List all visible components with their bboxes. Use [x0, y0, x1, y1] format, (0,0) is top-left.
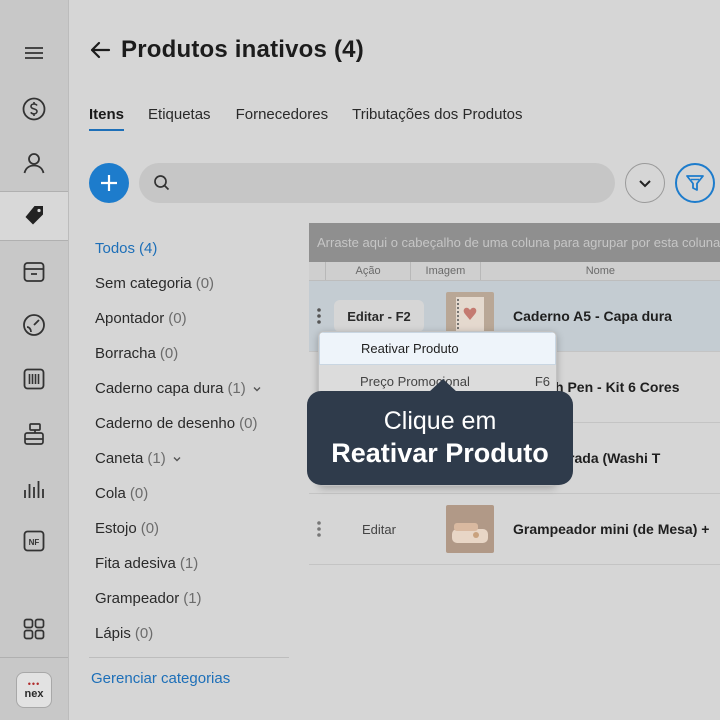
- apps-grid-icon[interactable]: [0, 604, 68, 654]
- tab-tributacoes[interactable]: Tributações dos Produtos: [352, 106, 522, 131]
- plus-icon: [101, 175, 117, 191]
- tab-etiquetas[interactable]: Etiquetas: [148, 106, 211, 131]
- category-item[interactable]: Todos (4): [95, 231, 295, 266]
- category-count: (0): [159, 345, 179, 362]
- category-item[interactable]: Caderno de desenho (0): [95, 406, 295, 441]
- chevron-down-icon[interactable]: [252, 384, 262, 394]
- category-label: Caderno capa dura: [95, 380, 224, 397]
- category-label: Grampeador: [95, 590, 180, 607]
- category-item[interactable]: Grampeador (1): [95, 581, 295, 616]
- page-header: Produtos inativos (4): [89, 36, 364, 64]
- user-icon[interactable]: [0, 138, 68, 188]
- logo-text: nex: [24, 688, 44, 700]
- category-label: Borracha: [95, 345, 156, 362]
- group-drop-zone[interactable]: Arraste aqui o cabeçalho de uma coluna p…: [309, 223, 720, 262]
- cash-register-icon[interactable]: [0, 409, 68, 459]
- menu-item-label: Reativar Produto: [361, 341, 459, 356]
- category-label: Sem categoria: [95, 275, 192, 292]
- manage-categories-link[interactable]: Gerenciar categorias: [91, 670, 230, 687]
- category-label: Fita adesiva: [95, 555, 176, 572]
- invoice-nf-icon[interactable]: NF: [0, 516, 68, 566]
- category-label: Caneta: [95, 450, 144, 467]
- tooltip-line1: Clique em: [383, 407, 497, 435]
- category-item[interactable]: Caderno capa dura (1): [95, 371, 295, 406]
- product-name: Caderno A5 - Capa dura: [513, 308, 672, 324]
- menu-icon[interactable]: [0, 28, 68, 78]
- tab-bar: Itens Etiquetas Fornecedores Tributações…: [89, 106, 547, 131]
- category-item[interactable]: Borracha (0): [95, 336, 295, 371]
- tag-icon[interactable]: [0, 191, 68, 241]
- category-count: (1): [183, 590, 202, 607]
- category-item[interactable]: Fita adesiva (1): [95, 546, 295, 581]
- tooltip-line2: Reativar Produto: [331, 438, 549, 468]
- page-title: Produtos inativos (4): [121, 36, 364, 63]
- add-product-button[interactable]: [89, 163, 129, 203]
- row-options-icon[interactable]: [309, 520, 329, 538]
- category-count: (1): [227, 380, 246, 397]
- column-header-action[interactable]: Ação: [326, 262, 412, 280]
- category-count: (0): [195, 275, 215, 292]
- money-icon[interactable]: [0, 84, 68, 134]
- gauge-icon[interactable]: [0, 300, 68, 350]
- category-count: (4): [139, 240, 158, 257]
- category-item[interactable]: Estojo (0): [95, 511, 295, 546]
- category-item[interactable]: Caneta (1): [95, 441, 295, 476]
- tab-itens[interactable]: Itens: [89, 106, 125, 131]
- category-count: (0): [239, 415, 258, 432]
- filter-button[interactable]: [675, 163, 715, 203]
- rail-divider: [0, 657, 68, 658]
- menu-item-shortcut: F6: [534, 374, 550, 389]
- category-label: Apontador: [95, 310, 165, 327]
- chevron-down-icon: [639, 180, 651, 188]
- category-label: Estojo: [95, 520, 137, 537]
- instruction-tooltip: Clique em Reativar Produto: [307, 379, 573, 485]
- chevron-down-icon[interactable]: [172, 454, 182, 464]
- filter-icon: [686, 175, 704, 191]
- table-row[interactable]: Editar Grampeador mini (de Mesa) +: [309, 494, 720, 565]
- logo-dots: •••: [27, 679, 41, 689]
- list-fade: [89, 640, 289, 658]
- edit-button[interactable]: Editar: [334, 513, 424, 545]
- store-icon[interactable]: [0, 247, 68, 297]
- nex-logo[interactable]: ••• nex: [16, 672, 52, 708]
- reactivate-product-menu-item[interactable]: Reativar Produto: [319, 332, 556, 365]
- category-divider: [89, 657, 289, 658]
- category-list: Todos (4) Sem categoria (0) Apontador (0) B…: [95, 231, 295, 651]
- column-header-select: [309, 262, 327, 280]
- category-count: (0): [140, 520, 160, 537]
- category-item[interactable]: Apontador (0): [95, 301, 295, 336]
- category-count: (1): [179, 555, 199, 572]
- row-options-icon[interactable]: [309, 307, 329, 325]
- back-arrow-icon[interactable]: [89, 39, 111, 61]
- svg-text:NF: NF: [29, 538, 40, 547]
- column-header-row: Ação Imagem Nome: [309, 262, 720, 281]
- category-label: Cola: [95, 485, 126, 502]
- column-header-name[interactable]: Nome: [481, 262, 720, 280]
- category-label: Todos: [95, 240, 136, 257]
- category-count: (0): [129, 485, 149, 502]
- tab-fornecedores[interactable]: Fornecedores: [236, 106, 329, 131]
- product-name: Grampeador mini (de Mesa) +: [513, 521, 710, 537]
- bar-chart-icon[interactable]: [0, 464, 68, 514]
- barcode-icon[interactable]: [0, 354, 68, 404]
- category-count: (1): [147, 450, 166, 467]
- category-item[interactable]: Sem categoria (0): [95, 266, 295, 301]
- product-thumbnail: [446, 505, 494, 553]
- search-icon: [154, 175, 170, 191]
- category-label: Caderno de desenho: [95, 415, 236, 432]
- column-header-image[interactable]: Imagem: [411, 262, 481, 280]
- search-input[interactable]: [139, 163, 615, 203]
- left-rail: NF ••• nex: [0, 0, 69, 720]
- edit-button[interactable]: Editar - F2: [334, 300, 424, 332]
- expand-button[interactable]: [625, 163, 665, 203]
- category-count: (0): [168, 310, 187, 327]
- category-item[interactable]: Cola (0): [95, 476, 295, 511]
